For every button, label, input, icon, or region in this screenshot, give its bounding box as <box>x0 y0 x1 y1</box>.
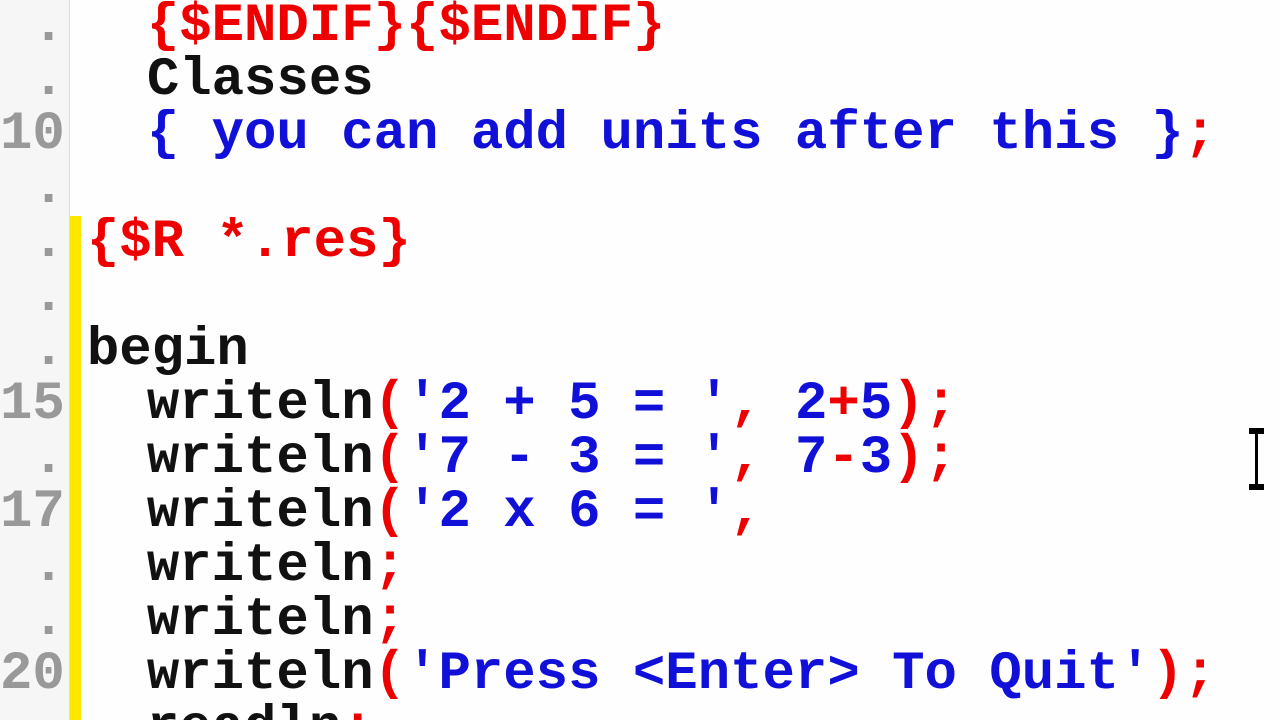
code-line[interactable]: writeln; <box>81 540 1280 594</box>
modified-marker <box>70 432 81 486</box>
identifier: Classes <box>147 50 374 111</box>
punct-comma: , <box>730 482 762 543</box>
string: '2 x 6 = ' <box>406 482 730 543</box>
gutter-dot: . <box>0 162 69 216</box>
punct-paren: ) <box>892 374 924 435</box>
directive: {$ENDIF}{$ENDIF} <box>147 0 665 57</box>
identifier: writeln <box>147 482 374 543</box>
directive: {$R *.res} <box>87 212 411 273</box>
modified-marker <box>70 270 81 324</box>
code-line[interactable]: {$R *.res} <box>81 216 1280 270</box>
gutter-dot: . <box>0 54 69 108</box>
punct-paren: ) <box>1151 644 1183 705</box>
gutter-lineno-17: 17 <box>0 486 69 540</box>
operator: + <box>827 374 859 435</box>
punct-paren: ) <box>892 428 924 489</box>
punct-semicolon: ; <box>374 536 406 597</box>
gutter-lineno-10: 10 <box>0 108 69 162</box>
code-line[interactable]: writeln('Press <Enter> To Quit'); <box>81 648 1280 702</box>
identifier: readln <box>147 698 341 720</box>
punct-semicolon: ; <box>1184 104 1216 165</box>
code-line[interactable]: writeln('2 + 5 = ', 2+5); <box>81 378 1280 432</box>
gutter-dot: . <box>0 0 69 54</box>
gutter-dot: . <box>0 270 69 324</box>
modified-marker <box>70 324 81 378</box>
text-caret <box>1255 432 1258 486</box>
modified-marker <box>70 648 81 702</box>
code-line[interactable]: Classes <box>81 54 1280 108</box>
gutter-dot: . <box>0 594 69 648</box>
gutter-dot: . <box>0 432 69 486</box>
punct-comma: , <box>730 374 795 435</box>
modified-marker <box>70 216 81 270</box>
string: '7 - 3 = ' <box>406 428 730 489</box>
punct-semicolon: ; <box>374 590 406 651</box>
code-line-blank[interactable] <box>81 162 1280 216</box>
identifier: writeln <box>147 536 374 597</box>
string: 'Press <Enter> To Quit' <box>406 644 1151 705</box>
code-editor: . . 10 . . . . 15 . 17 . . 20 . {$ENDIF}… <box>0 0 1280 720</box>
code-line[interactable]: writeln; <box>81 594 1280 648</box>
keyword-begin: begin <box>87 320 249 381</box>
punct-paren: ( <box>374 644 406 705</box>
operator: - <box>827 428 859 489</box>
gutter-dot: . <box>0 324 69 378</box>
number: 5 <box>860 374 892 435</box>
modified-marker <box>70 702 81 720</box>
punct-semicolon: ; <box>1184 644 1216 705</box>
code-line[interactable]: { you can add units after this }; <box>81 108 1280 162</box>
gutter-lineno-15: 15 <box>0 378 69 432</box>
gutter-dot: . <box>0 540 69 594</box>
modified-marker <box>70 540 81 594</box>
code-line[interactable]: {$ENDIF}{$ENDIF} <box>81 0 1280 54</box>
modified-marker <box>70 594 81 648</box>
comment: { you can add units after this } <box>147 104 1184 165</box>
code-line[interactable]: begin <box>81 324 1280 378</box>
punct-semicolon: ; <box>341 698 373 720</box>
punct-semicolon: ; <box>925 374 957 435</box>
punct-comma: , <box>730 428 795 489</box>
punct-semicolon: ; <box>925 428 957 489</box>
string: '2 + 5 = ' <box>406 374 730 435</box>
gutter-dot: . <box>0 216 69 270</box>
punct-paren: ( <box>374 482 406 543</box>
identifier: writeln <box>147 428 374 489</box>
code-area[interactable]: {$ENDIF}{$ENDIF} Classes { you can add u… <box>81 0 1280 720</box>
gutter-lineno-20: 20 <box>0 648 69 702</box>
identifier: writeln <box>147 590 374 651</box>
code-line-blank[interactable] <box>81 270 1280 324</box>
modified-marker <box>70 378 81 432</box>
number: 2 <box>795 374 827 435</box>
code-line[interactable]: writeln('7 - 3 = ', 7-3); <box>81 432 1280 486</box>
modification-strip <box>70 0 81 720</box>
number: 7 <box>795 428 827 489</box>
punct-paren: ( <box>374 374 406 435</box>
number: 3 <box>860 428 892 489</box>
punct-paren: ( <box>374 428 406 489</box>
code-line[interactable]: writeln('2 x 6 = ', <box>81 486 1280 540</box>
gutter: . . 10 . . . . 15 . 17 . . 20 . <box>0 0 70 720</box>
identifier: writeln <box>147 374 374 435</box>
identifier: writeln <box>147 644 374 705</box>
modified-marker <box>70 486 81 540</box>
